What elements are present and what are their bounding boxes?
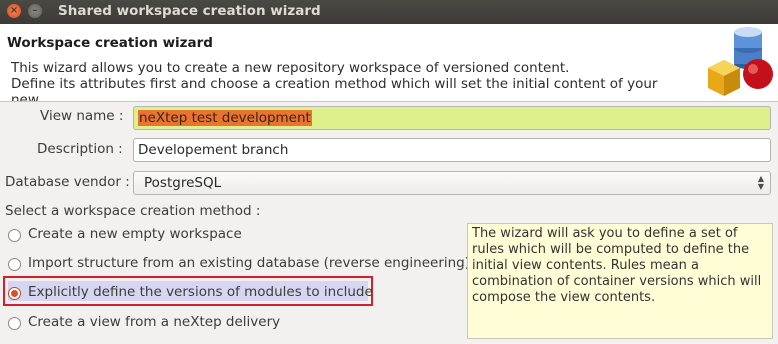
description-field[interactable]: Developement branch [133,138,771,162]
database-vendor-label: Database vendor : [5,174,130,190]
database-cube-sphere-icon [708,27,773,96]
radio-button[interactable] [8,229,21,242]
radio-button[interactable] [8,317,21,330]
wizard-title: Workspace creation wizard [7,35,213,51]
method-option-label: Explicitly define the versions of module… [28,284,373,300]
method-option-label: Import structure from an existing databa… [28,255,471,271]
database-vendor-value: PostgreSQL [144,175,222,191]
radio-button[interactable] [8,258,21,271]
description-label: Description : [37,141,123,157]
minimize-window-button[interactable]: – [28,4,42,18]
header-separator [0,101,778,102]
view-name-value: neXtep test development [138,110,312,126]
wizard-header: Workspace creation wizard This wizard al… [0,24,778,101]
view-name-label: View name : [40,108,124,124]
close-window-button[interactable]: × [7,4,21,18]
select-arrows-icon: ▲ ▼ [757,174,764,191]
method-option-label: Create a view from a neXtep delivery [28,314,281,330]
title-bar: × – Shared workspace creation wizard [0,0,778,24]
method-option-label: Create a new empty workspace [28,226,242,242]
radio-button-checked[interactable] [8,287,21,300]
creation-method-heading: Select a workspace creation method : [5,203,261,219]
window-title: Shared workspace creation wizard [58,3,321,19]
view-name-field[interactable]: neXtep test development [133,106,771,130]
wizard-description-line-1: This wizard allows you to create a new r… [11,60,570,76]
database-vendor-select[interactable]: PostgreSQL ▲ ▼ [133,171,771,195]
method-info-box: The wizard will ask you to define a set … [467,223,773,339]
wizard-description-line-2: Define its attributes first and choose a… [11,76,658,101]
wizard-description: This wizard allows you to create a new r… [11,60,681,101]
